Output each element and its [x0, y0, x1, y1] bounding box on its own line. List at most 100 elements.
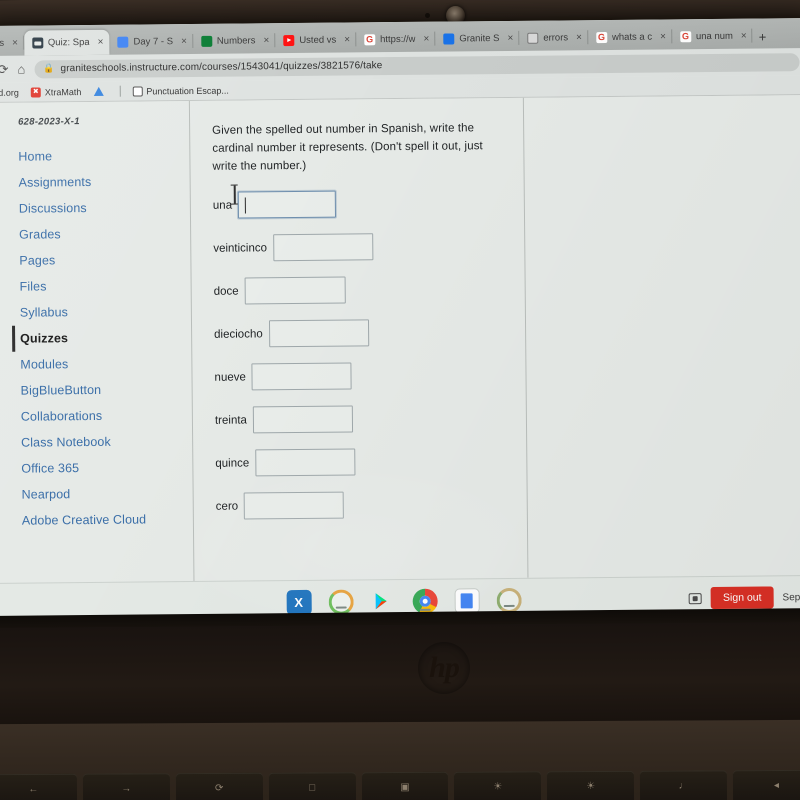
sidebar-item-adobe-creative-cloud[interactable]: Adobe Creative Cloud — [14, 506, 193, 534]
sidebar-item-syllabus[interactable]: Syllabus — [12, 298, 191, 326]
browser-tab[interactable]: Usted vs × — [275, 27, 356, 53]
answer-input-doce[interactable] — [244, 276, 346, 305]
tab-close-icon[interactable]: × — [263, 35, 269, 46]
xtramath-icon — [30, 86, 41, 98]
browser-tab[interactable]: Numbers × — [193, 28, 276, 54]
tab-close-icon[interactable]: × — [181, 36, 187, 47]
youtube-icon — [283, 35, 295, 47]
sidebar-item-quizzes[interactable]: Quizzes — [12, 324, 192, 352]
new-tab-button[interactable]: + — [753, 29, 773, 48]
slides-icon — [132, 85, 143, 97]
quiz-right-pane — [523, 95, 800, 578]
sidebar-item-files[interactable]: Files — [12, 272, 191, 300]
google-play-icon[interactable] — [370, 589, 395, 614]
sidebar-item-nearpod[interactable]: Nearpod — [14, 480, 193, 508]
browser-tab-active[interactable]: Quiz: Spa × — [23, 29, 110, 56]
browser-tab[interactable]: s × — [0, 31, 24, 56]
browser-tab[interactable]: G https://w × — [356, 27, 435, 53]
bookmark-item[interactable]: Punctuation Escap... — [132, 85, 229, 97]
home-icon[interactable]: ⌂ — [17, 62, 25, 77]
blank-label: doce — [213, 285, 239, 298]
bookmark-item[interactable]: XtraMath — [30, 86, 81, 98]
function-key[interactable]: ☀ — [454, 771, 542, 800]
answer-input-veinticinco[interactable] — [272, 233, 374, 262]
cast-icon[interactable] — [688, 592, 703, 604]
quiz-question-pane: Given the spelled out number in Spanish,… — [189, 97, 528, 581]
sidebar-item-modules[interactable]: Modules — [12, 350, 191, 378]
browser-tab[interactable]: Day 7 - S × — [109, 29, 193, 55]
sidebar-item-grades[interactable]: Grades — [11, 220, 190, 248]
generic-page-icon — [527, 32, 539, 44]
ibeam-cursor-icon — [230, 184, 239, 206]
browser-tab[interactable]: G whats a c × — [588, 24, 672, 50]
tab-title: una num — [695, 30, 733, 43]
tab-close-icon[interactable]: × — [12, 38, 18, 49]
bookmark-item[interactable]: sd.org — [0, 87, 19, 97]
sidebar-item-bigbluebutton[interactable]: BigBlueButton — [13, 376, 192, 404]
course-code-label: 628-2023-X-1 — [18, 116, 80, 128]
blank-label: quince — [215, 457, 250, 470]
sidebar-item-office-365[interactable]: Office 365 — [13, 454, 192, 482]
browser-tab[interactable]: errors × — [519, 25, 588, 51]
blank-label: una — [212, 199, 233, 212]
function-key[interactable]: → — [82, 773, 170, 800]
sign-out-button[interactable]: Sign out — [710, 586, 774, 610]
excel-app-icon[interactable]: X — [286, 589, 312, 615]
function-key[interactable]: ♩ — [640, 770, 728, 800]
tab-close-icon[interactable]: × — [344, 34, 350, 45]
shelf-date-label[interactable]: Sep 1 — [782, 592, 800, 603]
hp-logo: hp — [418, 642, 470, 694]
tab-title: https://w — [380, 33, 416, 46]
lock-icon: 🔒 — [43, 63, 55, 74]
tab-title: whats a c — [611, 31, 653, 43]
answer-input-una[interactable] — [230, 184, 337, 219]
sidebar-item-discussions[interactable]: Discussions — [11, 194, 190, 222]
second-ring-app-icon[interactable] — [496, 587, 522, 613]
function-key[interactable]: □ — [268, 772, 356, 800]
sidebar-item-pages[interactable]: Pages — [11, 246, 190, 274]
address-bar[interactable]: 🔒 graniteschools.instructure.com/courses… — [34, 52, 800, 79]
google-icon: G — [595, 32, 608, 44]
canvas-icon — [31, 37, 43, 49]
tab-close-icon[interactable]: × — [507, 33, 513, 44]
function-key[interactable]: ☀ — [547, 770, 635, 800]
tab-close-icon[interactable]: × — [660, 31, 666, 42]
laptop-photo: s × Quiz: Spa × Day 7 - S × Numbers × Us… — [0, 0, 800, 800]
browser-tab[interactable]: Granite S × — [435, 26, 519, 52]
answer-input-dieciocho[interactable] — [268, 319, 369, 348]
google-docs-icon[interactable] — [454, 587, 480, 614]
chromebook-screen: s × Quiz: Spa × Day 7 - S × Numbers × Us… — [0, 18, 800, 626]
app-running-indicator — [503, 604, 515, 607]
ring-app-icon[interactable] — [328, 588, 354, 615]
tab-close-icon[interactable]: × — [576, 32, 582, 43]
tab-close-icon[interactable]: × — [423, 34, 429, 45]
sidebar-item-assignments[interactable]: Assignments — [11, 168, 190, 196]
reload-icon[interactable]: ⟳ — [0, 61, 9, 77]
blank-label: dieciocho — [214, 328, 263, 341]
bookmark-item[interactable] — [93, 86, 107, 96]
blank-label: veinticinco — [213, 242, 268, 255]
app-running-indicator — [419, 608, 431, 611]
tab-close-icon[interactable]: × — [98, 37, 104, 48]
tab-title: Day 7 - S — [133, 36, 174, 48]
tab-close-icon[interactable]: × — [741, 31, 747, 42]
browser-tab[interactable]: G una num × — [672, 24, 753, 50]
tab-title: Granite S — [459, 33, 500, 45]
chrome-icon[interactable] — [412, 588, 438, 614]
course-nav-sidebar: 628-2023-X-1 Home Assignments Discussion… — [0, 101, 195, 583]
bookmark-label: sd.org — [0, 87, 19, 98]
function-key[interactable]: ← — [0, 773, 77, 800]
answer-input-treinta[interactable] — [252, 405, 354, 434]
function-key[interactable]: ▣ — [361, 771, 449, 800]
answer-input-cero[interactable] — [244, 491, 345, 520]
sidebar-item-home[interactable]: Home — [10, 142, 189, 170]
function-key[interactable]: ⟳ — [175, 772, 263, 800]
blank-label: treinta — [214, 414, 247, 427]
sidebar-item-class-notebook[interactable]: Class Notebook — [13, 428, 192, 456]
function-key[interactable]: ◂ — [733, 769, 800, 800]
sidebar-item-collaborations[interactable]: Collaborations — [13, 402, 192, 430]
answer-input-quince[interactable] — [255, 448, 356, 477]
blue-circle-icon — [443, 33, 455, 45]
tab-title: s — [0, 37, 5, 49]
answer-input-nueve[interactable] — [251, 362, 352, 391]
